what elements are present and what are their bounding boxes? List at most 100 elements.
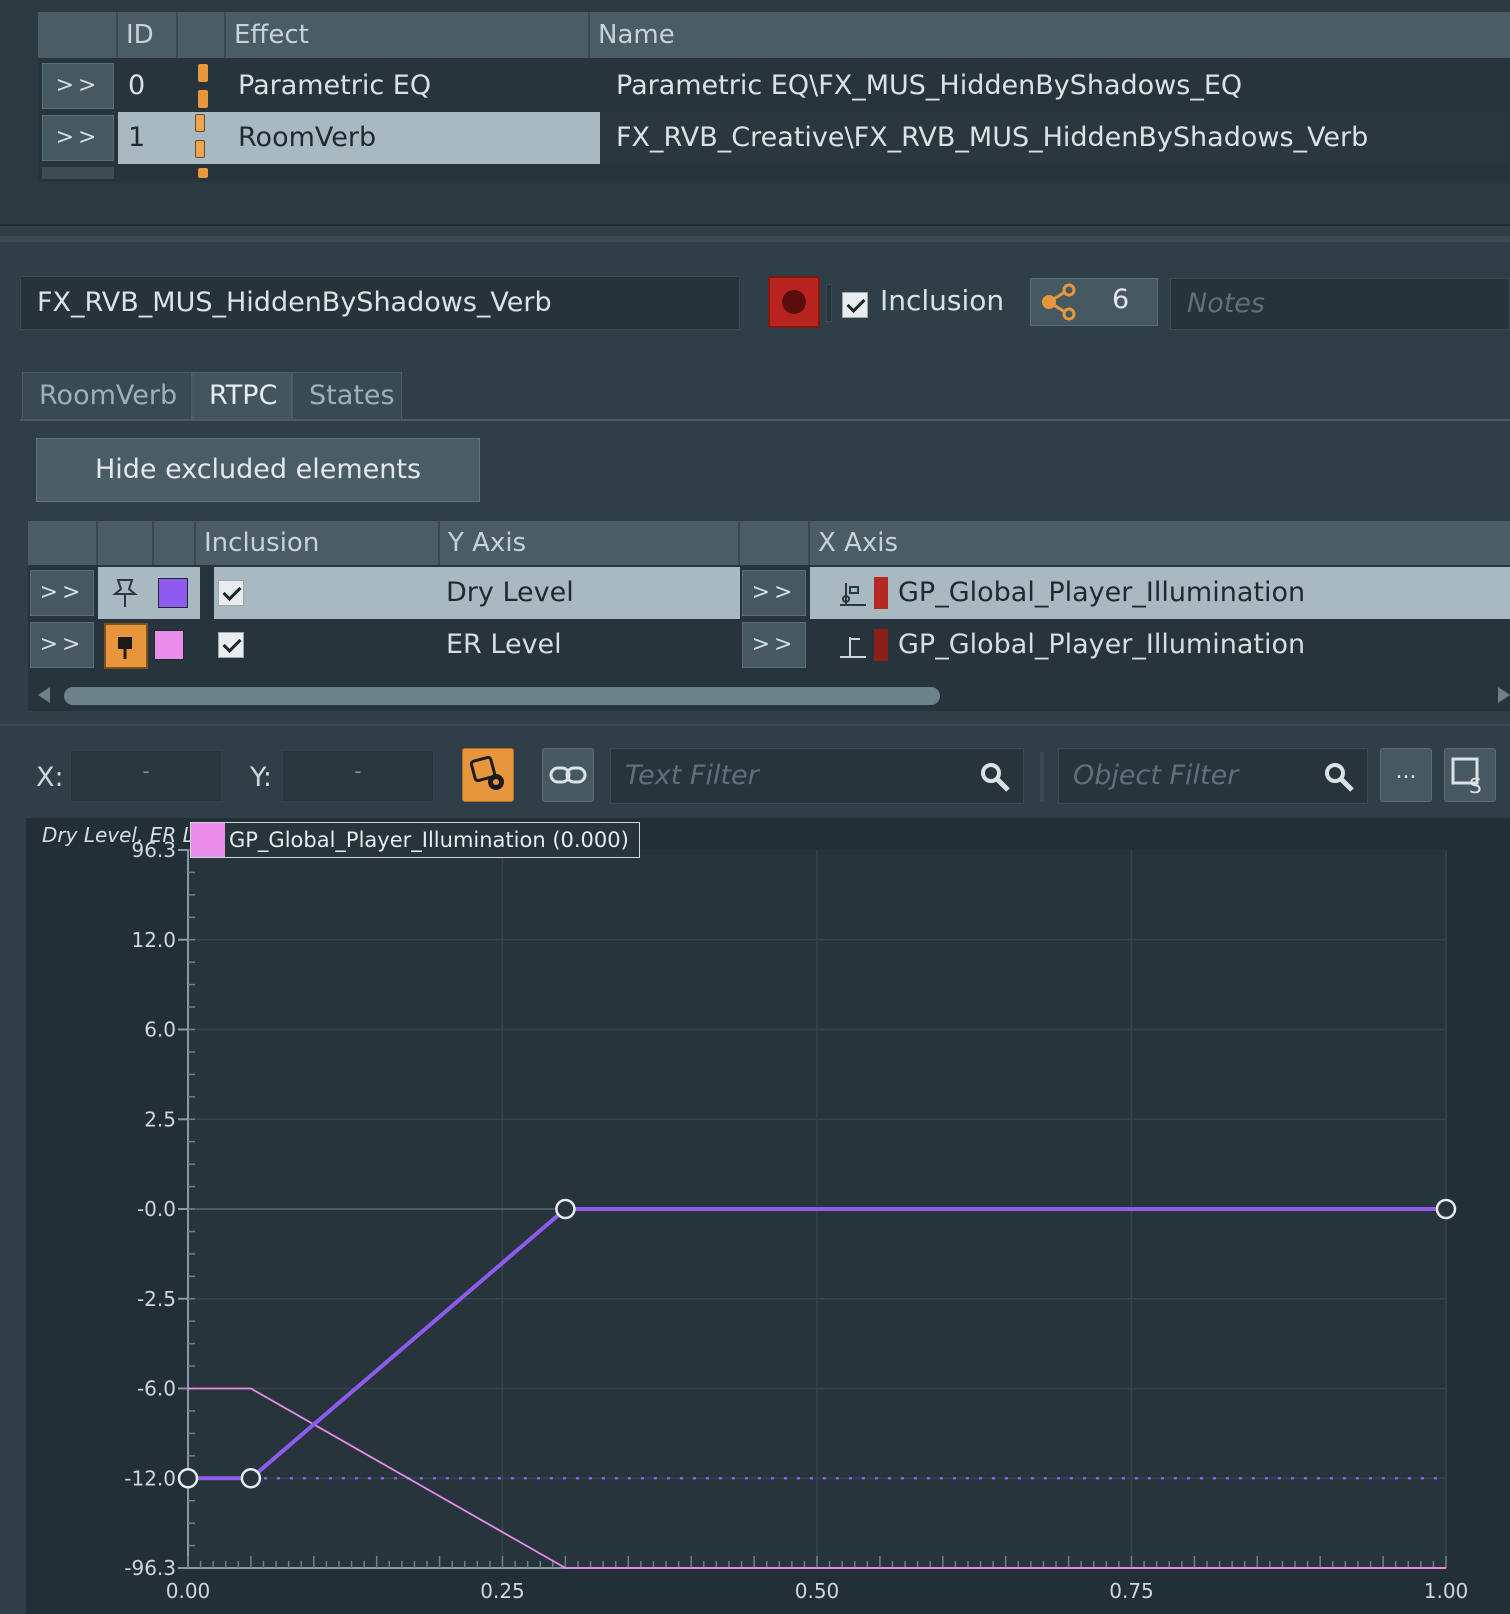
scroll-right-icon[interactable] <box>1498 687 1510 703</box>
effects-table-header: ID Effect Name <box>38 12 1510 58</box>
effect-type: RoomVerb <box>238 122 377 153</box>
object-name-field[interactable]: FX_RVB_MUS_HiddenByShadows_Verb <box>20 276 740 330</box>
palette-icon <box>782 290 806 314</box>
x-axis-expand-button[interactable]: >> <box>742 622 806 668</box>
header-id[interactable]: ID <box>118 12 178 58</box>
header-inclusion[interactable]: Inclusion <box>196 521 440 565</box>
effect-id: 0 <box>128 70 146 101</box>
search-icon[interactable] <box>1322 760 1356 794</box>
curve-color-swatch[interactable] <box>158 578 188 608</box>
link-button[interactable] <box>542 748 594 802</box>
effect-type: Parametric EQ <box>238 70 432 101</box>
scroll-thumb[interactable] <box>64 687 940 705</box>
expand-button[interactable]: >> <box>42 63 114 109</box>
link-icon <box>549 766 587 784</box>
y-axis-property[interactable]: Dry Level <box>446 567 574 619</box>
header-pin <box>98 521 154 565</box>
tab-divider <box>20 419 1510 421</box>
show-unit-button[interactable] <box>462 748 514 802</box>
y-tick-label: -12.0 <box>124 1466 176 1490</box>
rtpc-graph[interactable]: 0.00 0.25 0.50 0.75 1.00 96.3 12.0 6.0 2.5 -0.0 -2… <box>26 818 1510 1614</box>
tab-rtpc[interactable]: RTPC <box>192 372 292 420</box>
curve-control-point <box>177 1468 199 1489</box>
multi-select-button[interactable]: S <box>1444 748 1496 802</box>
search-icon[interactable] <box>978 760 1012 794</box>
pin-active-icon <box>118 637 132 659</box>
inclusion-label: Inclusion <box>880 284 1005 317</box>
splitter[interactable] <box>0 236 1510 242</box>
expand-button[interactable]: >> <box>42 115 114 161</box>
svg-text:S: S <box>1469 774 1482 798</box>
pin-icon[interactable] <box>104 623 148 669</box>
horizontal-scrollbar[interactable] <box>28 681 1510 711</box>
expand-button-partial <box>42 167 114 179</box>
y-axis-property[interactable]: ER Level <box>446 619 562 671</box>
header-color <box>154 521 196 565</box>
inclusion-checkbox[interactable] <box>842 292 868 318</box>
scroll-left-icon[interactable] <box>38 687 50 703</box>
notes-field[interactable]: Notes <box>1170 278 1510 330</box>
expand-button[interactable]: >> <box>30 570 94 616</box>
x-axis-parameter[interactable]: GP_Global_Player_Illumination <box>874 567 1305 619</box>
curve-control-point <box>1435 1198 1457 1220</box>
pin-icon[interactable] <box>108 577 142 609</box>
graph-y-axis-label: Dry Level, ER Le <box>42 823 190 847</box>
y-coordinate-label: Y: <box>250 762 273 793</box>
effects-table: ID Effect Name >> 0 Parametric EQ Parame… <box>38 12 1510 182</box>
hide-excluded-button[interactable]: Hide excluded elements <box>36 438 480 502</box>
more-options-button[interactable]: ... <box>1380 748 1432 802</box>
tab-roomverb[interactable]: RoomVerb <box>22 372 192 420</box>
header-x-expand <box>740 521 810 565</box>
y-tick-label: -2.5 <box>137 1287 176 1311</box>
toolbar-separator <box>826 284 832 322</box>
x-coordinate-label: X: <box>36 762 64 793</box>
curve-chart[interactable]: 0.00 0.25 0.50 0.75 1.0096.312.06.02.5-0.0-2… <box>26 818 1510 1614</box>
include-checkbox[interactable] <box>218 632 244 658</box>
table-row[interactable]: >> Dry Level >> GP_Global_Player_Illumin… <box>28 567 1510 619</box>
rtpc-table-header: Inclusion Y Axis X Axis <box>28 521 1510 565</box>
include-checkbox[interactable] <box>218 580 244 606</box>
order-marker-icon <box>195 140 205 158</box>
order-marker-icon <box>198 90 208 108</box>
effect-name[interactable]: FX_RVB_Creative\FX_RVB_MUS_HiddenByShado… <box>606 112 1368 164</box>
multi-select-icon: S <box>1451 757 1482 798</box>
x-axis-expand-button[interactable]: >> <box>742 570 806 616</box>
y-tick-label: -96.3 <box>124 1556 176 1580</box>
y-coordinate-field[interactable]: - <box>282 750 434 802</box>
references-button[interactable] <box>1030 278 1158 326</box>
curve-color-swatch[interactable] <box>154 630 184 660</box>
x-tick-label: 0.00 <box>166 1579 211 1603</box>
legend-label: GP_Global_Player_Illumination (0.000) <box>229 828 629 852</box>
table-row[interactable]: >> 1 RoomVerb FX_RVB_Creative\FX_RVB_MUS… <box>38 112 1510 164</box>
tab-states[interactable]: States <box>292 372 402 420</box>
header-effect[interactable]: Effect <box>226 12 590 58</box>
order-marker-icon <box>198 64 208 82</box>
x-tick-label: 0.50 <box>795 1579 840 1603</box>
x-coordinate-field[interactable]: - <box>70 750 222 802</box>
references-count: 6 <box>1112 284 1130 315</box>
order-marker-icon <box>198 168 208 178</box>
y-tick-label: 2.5 <box>144 1107 176 1131</box>
legend-color-swatch <box>191 823 225 857</box>
x-tick-label: 0.75 <box>1109 1579 1154 1603</box>
header-marker <box>178 12 226 58</box>
graph-legend: GP_Global_Player_Illumination (0.000) <box>190 822 640 858</box>
color-picker-button[interactable] <box>768 276 820 328</box>
table-row[interactable]: >> 0 Parametric EQ Parametric EQ\FX_MUS_… <box>38 60 1510 112</box>
header-x-axis[interactable]: X Axis <box>810 521 1510 565</box>
header-name[interactable]: Name <box>590 12 1510 58</box>
curve-control-point <box>240 1468 262 1489</box>
table-row[interactable]: >> ER Level >> GP_Global_Player_Illumina… <box>28 619 1510 671</box>
y-tick-label: -6.0 <box>137 1377 176 1401</box>
toolbar-separator <box>1040 752 1044 802</box>
expand-button[interactable]: >> <box>30 622 94 668</box>
dice-icon <box>469 755 504 790</box>
header-y-axis[interactable]: Y Axis <box>440 521 740 565</box>
section-divider <box>0 724 1510 726</box>
x-axis-parameter[interactable]: GP_Global_Player_Illumination <box>874 619 1305 671</box>
header-expand <box>28 521 98 565</box>
game-parameter-icon <box>840 637 866 658</box>
y-tick-label: 6.0 <box>144 1018 176 1042</box>
text-filter-input[interactable]: Text Filter <box>610 748 1024 804</box>
effect-name[interactable]: Parametric EQ\FX_MUS_HiddenByShadows_EQ <box>606 60 1242 112</box>
